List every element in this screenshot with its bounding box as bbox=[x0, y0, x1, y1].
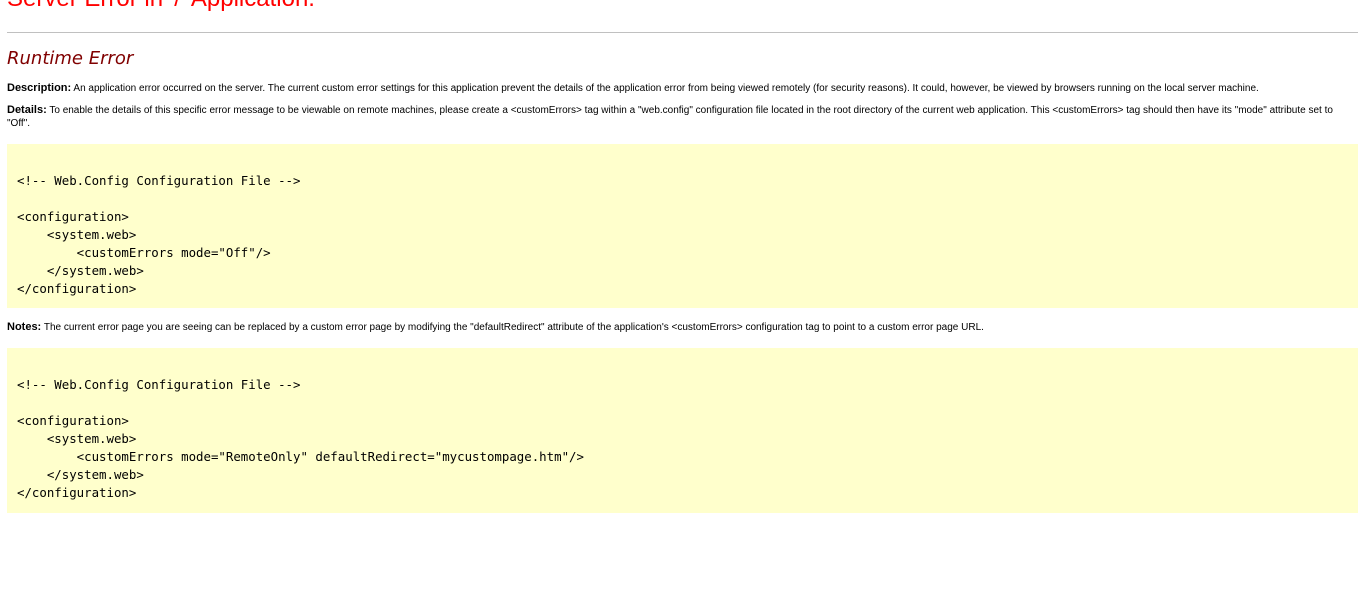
error-page: Server Error in '/' Application. Runtime… bbox=[7, 0, 1358, 513]
page-title: Server Error in '/' Application. bbox=[7, 0, 1358, 20]
notes-label: Notes: bbox=[7, 321, 42, 333]
config-code-block-redirect: <!-- Web.Config Configuration File --> <… bbox=[7, 348, 1358, 513]
config-code-redirect: <!-- Web.Config Configuration File --> <… bbox=[17, 377, 584, 500]
description-label: Description: bbox=[7, 82, 72, 94]
error-subtitle: Runtime Error bbox=[7, 48, 134, 69]
notes-text: The current error page you are seeing ca… bbox=[41, 322, 984, 333]
description-text: An application error occurred on the ser… bbox=[71, 83, 1259, 94]
config-code-off: <!-- Web.Config Configuration File --> <… bbox=[17, 173, 301, 296]
notes-paragraph: Notes: The current error page you are se… bbox=[7, 321, 1358, 334]
title-divider bbox=[7, 32, 1358, 33]
details-label: Details: bbox=[7, 104, 47, 116]
details-paragraph: Details: To enable the details of this s… bbox=[7, 104, 1358, 130]
description-paragraph: Description: An application error occurr… bbox=[7, 82, 1358, 95]
details-text: To enable the details of this specific e… bbox=[7, 105, 1333, 129]
config-code-block-off: <!-- Web.Config Configuration File --> <… bbox=[7, 144, 1358, 308]
